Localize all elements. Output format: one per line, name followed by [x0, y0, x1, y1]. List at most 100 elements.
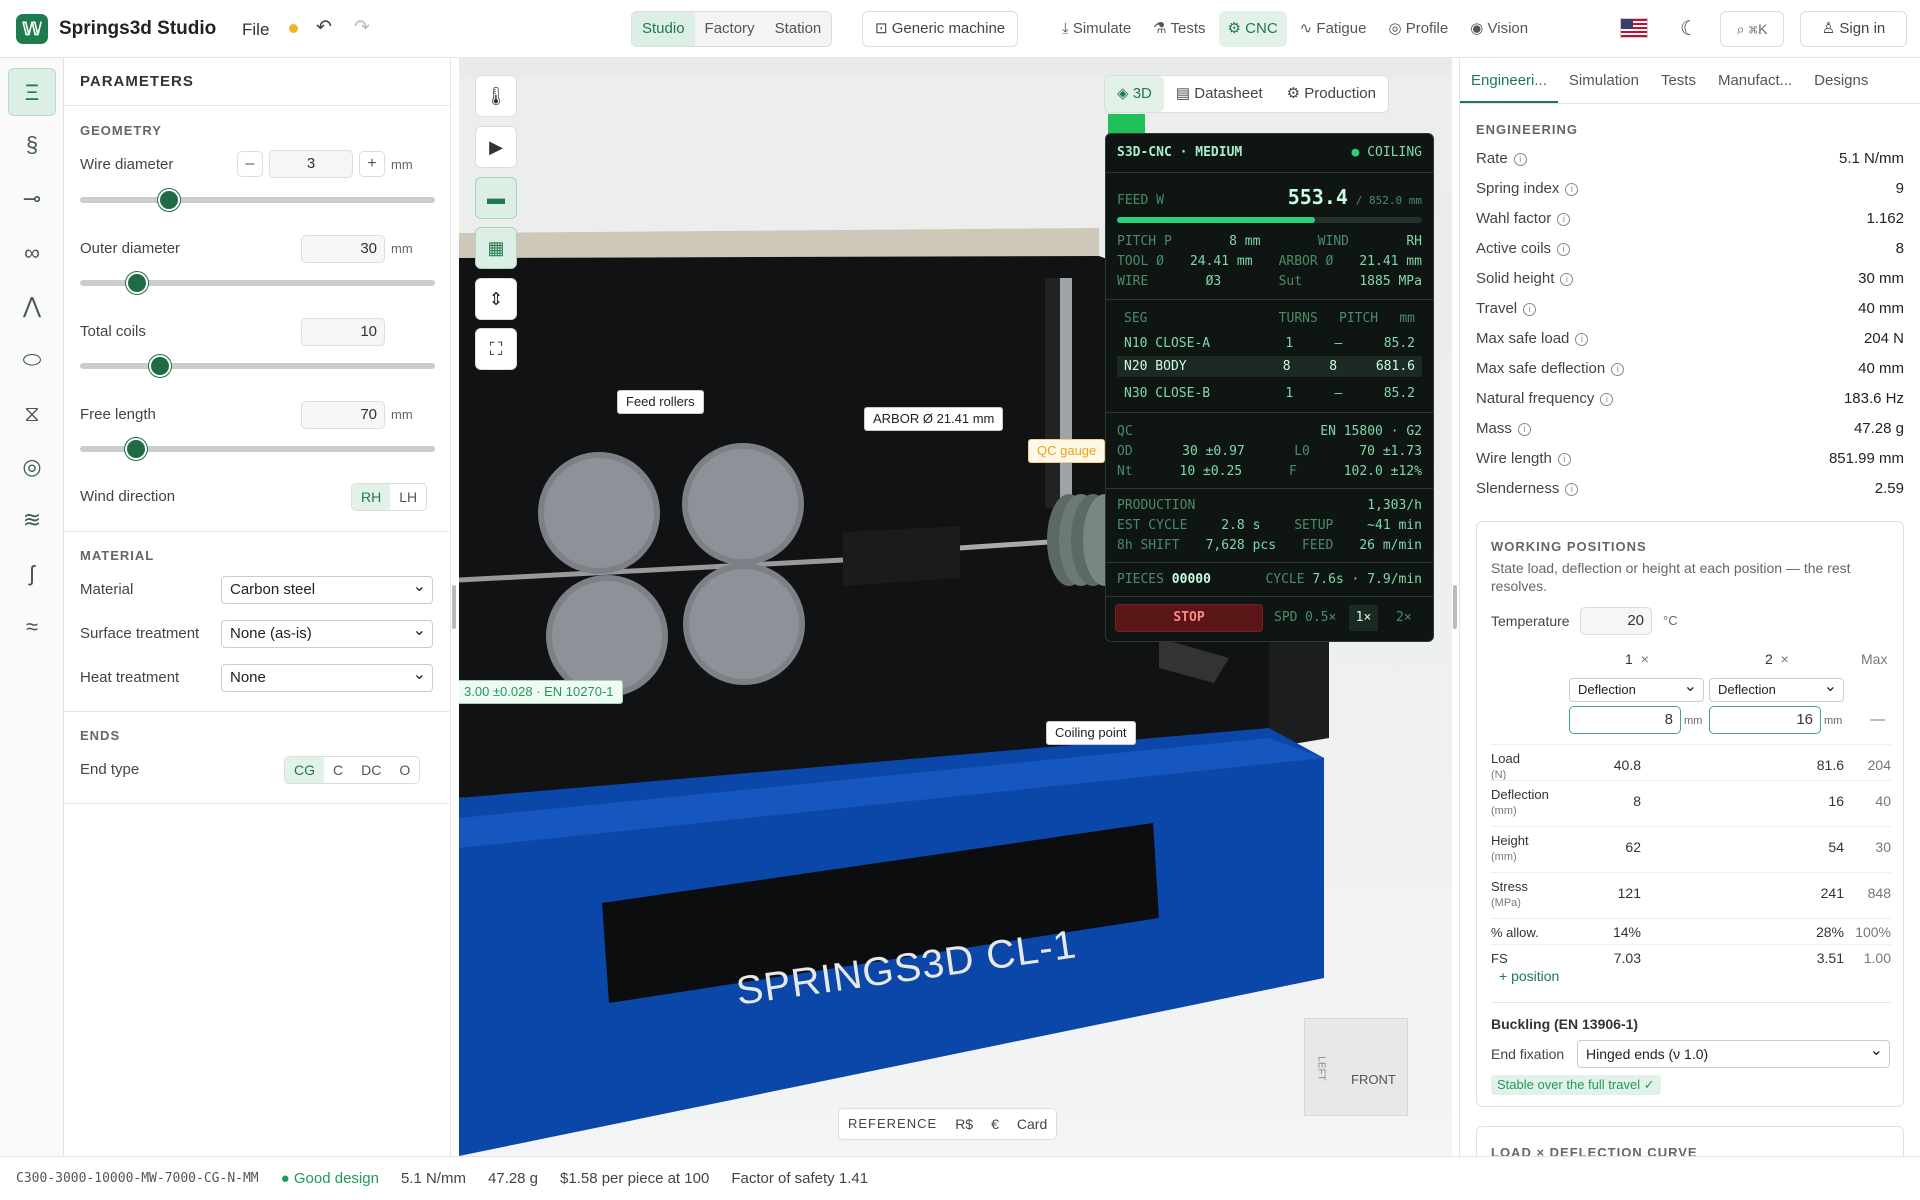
info-icon[interactable]: i — [1560, 273, 1574, 286]
left-resize-handle[interactable] — [452, 585, 456, 629]
tab-manufacturing[interactable]: Manufact... — [1707, 58, 1803, 103]
thermometer-icon[interactable]: 🌡 — [475, 75, 517, 117]
currency-eur[interactable]: € — [982, 1109, 1008, 1139]
info-icon[interactable]: i — [1557, 243, 1571, 256]
tab-datasheet[interactable]: ▤ Datasheet — [1164, 76, 1275, 112]
wind-rh-option[interactable]: RH — [352, 484, 391, 510]
3d-viewport[interactable]: 🌡 ▶ ▬ ▦ ⇕ ⛶ Feed rollers ARBOR Ø 21.41 m… — [459, 58, 1452, 1156]
grid-icon[interactable]: ▦ — [475, 227, 517, 269]
info-icon[interactable]: i — [1513, 153, 1527, 166]
close-icon[interactable]: × — [1781, 651, 1789, 667]
speed-half[interactable]: 0.5× — [1305, 610, 1336, 625]
segment-row[interactable]: N10 CLOSE-A 1 — 85.2 — [1117, 336, 1422, 351]
nav-vision[interactable]: ◉ Vision — [1461, 11, 1537, 47]
end-type-o[interactable]: O — [390, 757, 419, 783]
ruler-icon[interactable]: ▬ — [475, 177, 517, 219]
spring-compression-icon[interactable]: Ξ — [8, 68, 56, 116]
undo-icon[interactable]: ↶ — [316, 16, 332, 39]
info-icon[interactable]: i — [1557, 213, 1571, 226]
total-coils-input[interactable]: 10 — [301, 318, 385, 346]
view-cube[interactable]: FRONT LEFT — [1304, 1018, 1408, 1116]
app-logo-icon[interactable]: 𝕎 — [16, 14, 48, 44]
info-icon[interactable]: i — [1565, 483, 1579, 496]
view-cube-left[interactable]: LEFT — [1316, 1056, 1327, 1080]
surface-treatment-select[interactable]: None (as-is) — [221, 618, 433, 648]
total-coils-slider[interactable] — [80, 363, 435, 369]
heat-treatment-select[interactable]: None — [221, 662, 433, 692]
info-icon[interactable]: i — [1517, 423, 1531, 436]
segment-row-active[interactable]: N20 BODY 8 8 681.6 — [1117, 356, 1422, 377]
outer-diameter-input[interactable]: 30 — [301, 235, 385, 263]
spring-extension-icon[interactable]: § — [8, 121, 56, 169]
nav-cnc[interactable]: ⚙ CNC — [1218, 11, 1287, 47]
tab-designs[interactable]: Designs — [1803, 58, 1879, 103]
speed-2x[interactable]: 2× — [1396, 610, 1412, 625]
mode-studio[interactable]: Studio — [632, 12, 695, 46]
nav-tests[interactable]: ⚗ Tests — [1144, 11, 1214, 47]
theme-toggle-icon[interactable]: ☾ — [1680, 16, 1698, 41]
free-length-input[interactable]: 70 — [301, 401, 385, 429]
segment-row[interactable]: N30 CLOSE-B 1 — 85.2 — [1117, 386, 1422, 401]
wire-diameter-slider-handle[interactable] — [158, 189, 180, 211]
wire-diameter-decrement[interactable]: – — [237, 151, 263, 177]
position-2-input[interactable]: 16 — [1709, 706, 1821, 734]
spring-torsion-icon[interactable]: ⊸ — [8, 175, 56, 223]
tab-simulation[interactable]: Simulation — [1558, 58, 1650, 103]
outer-diameter-slider-handle[interactable] — [126, 272, 148, 294]
dimension-icon[interactable]: ⇕ — [475, 278, 517, 320]
end-type-c[interactable]: C — [324, 757, 352, 783]
language-flag-icon[interactable] — [1620, 18, 1648, 38]
speed-1x[interactable]: 1× — [1349, 605, 1378, 631]
currency-brl[interactable]: R$ — [946, 1109, 982, 1139]
info-icon[interactable]: i — [1523, 303, 1537, 316]
spring-wave-icon[interactable]: ≋ — [8, 496, 56, 544]
end-type-cg[interactable]: CG — [285, 757, 324, 783]
total-coils-slider-handle[interactable] — [149, 355, 171, 377]
wire-form-icon[interactable]: ʃ — [8, 550, 56, 598]
spring-conical-icon[interactable]: ⋀ — [8, 282, 56, 330]
play-icon[interactable]: ▶ — [475, 126, 517, 168]
search-button[interactable]: ⌕ ⌘K — [1720, 11, 1784, 47]
nav-simulate[interactable]: ⤓ Simulate — [1053, 11, 1140, 47]
add-position-button[interactable]: + position — [1499, 968, 1559, 984]
wire-diameter-increment[interactable]: + — [359, 151, 385, 177]
wire-diameter-input[interactable]: 3 — [269, 150, 353, 178]
end-fixation-select[interactable]: Hinged ends (ν 1.0) — [1577, 1038, 1890, 1068]
currency-card[interactable]: Card — [1008, 1109, 1056, 1139]
material-select[interactable]: Carbon steel — [221, 574, 433, 604]
view-cube-front[interactable]: FRONT — [1351, 1072, 1396, 1087]
spring-disc-icon[interactable]: ≈ — [8, 603, 56, 651]
spring-hourglass-icon[interactable]: ⧖ — [8, 390, 56, 438]
redo-icon[interactable]: ↷ — [354, 16, 370, 39]
temperature-input[interactable]: 20 — [1580, 607, 1652, 635]
wind-lh-option[interactable]: LH — [390, 484, 426, 510]
spring-code[interactable]: C300-3000-10000-MW-7000-CG-N-MM — [16, 1171, 259, 1186]
machine-button[interactable]: ⊡ Generic machine — [862, 11, 1019, 47]
position-1-input[interactable]: 8 — [1569, 706, 1681, 734]
close-icon[interactable]: × — [1641, 651, 1649, 667]
free-length-slider-handle[interactable] — [125, 438, 147, 460]
position-1-mode-select[interactable]: Deflection — [1569, 676, 1704, 702]
info-icon[interactable]: i — [1565, 183, 1579, 196]
tab-tests[interactable]: Tests — [1650, 58, 1707, 103]
info-icon[interactable]: i — [1557, 453, 1571, 466]
spring-barrel-icon[interactable]: ⬭ — [8, 336, 56, 384]
tab-engineering[interactable]: Engineeri... — [1460, 58, 1558, 103]
wire-diameter-slider[interactable] — [80, 197, 435, 203]
info-icon[interactable]: i — [1611, 363, 1625, 376]
position-2-mode-select[interactable]: Deflection — [1709, 676, 1844, 702]
end-type-dc[interactable]: DC — [352, 757, 390, 783]
mode-station[interactable]: Station — [765, 12, 832, 46]
sign-in-button[interactable]: ♙ Sign in — [1800, 11, 1907, 47]
tab-production[interactable]: ⚙ Production — [1275, 76, 1388, 112]
nav-profile[interactable]: ◎ Profile — [1379, 11, 1457, 47]
spring-spiral-icon[interactable]: ◎ — [8, 443, 56, 491]
mode-factory[interactable]: Factory — [695, 12, 765, 46]
tab-3d[interactable]: ◈ 3D — [1105, 76, 1164, 112]
right-resize-handle[interactable] — [1453, 585, 1457, 629]
nav-fatigue[interactable]: ∿ Fatigue — [1291, 11, 1376, 47]
stop-button[interactable]: STOP — [1115, 604, 1263, 632]
info-icon[interactable]: i — [1600, 393, 1614, 406]
spring-double-torsion-icon[interactable]: ∞ — [8, 229, 56, 277]
file-menu[interactable]: File — [242, 20, 269, 40]
